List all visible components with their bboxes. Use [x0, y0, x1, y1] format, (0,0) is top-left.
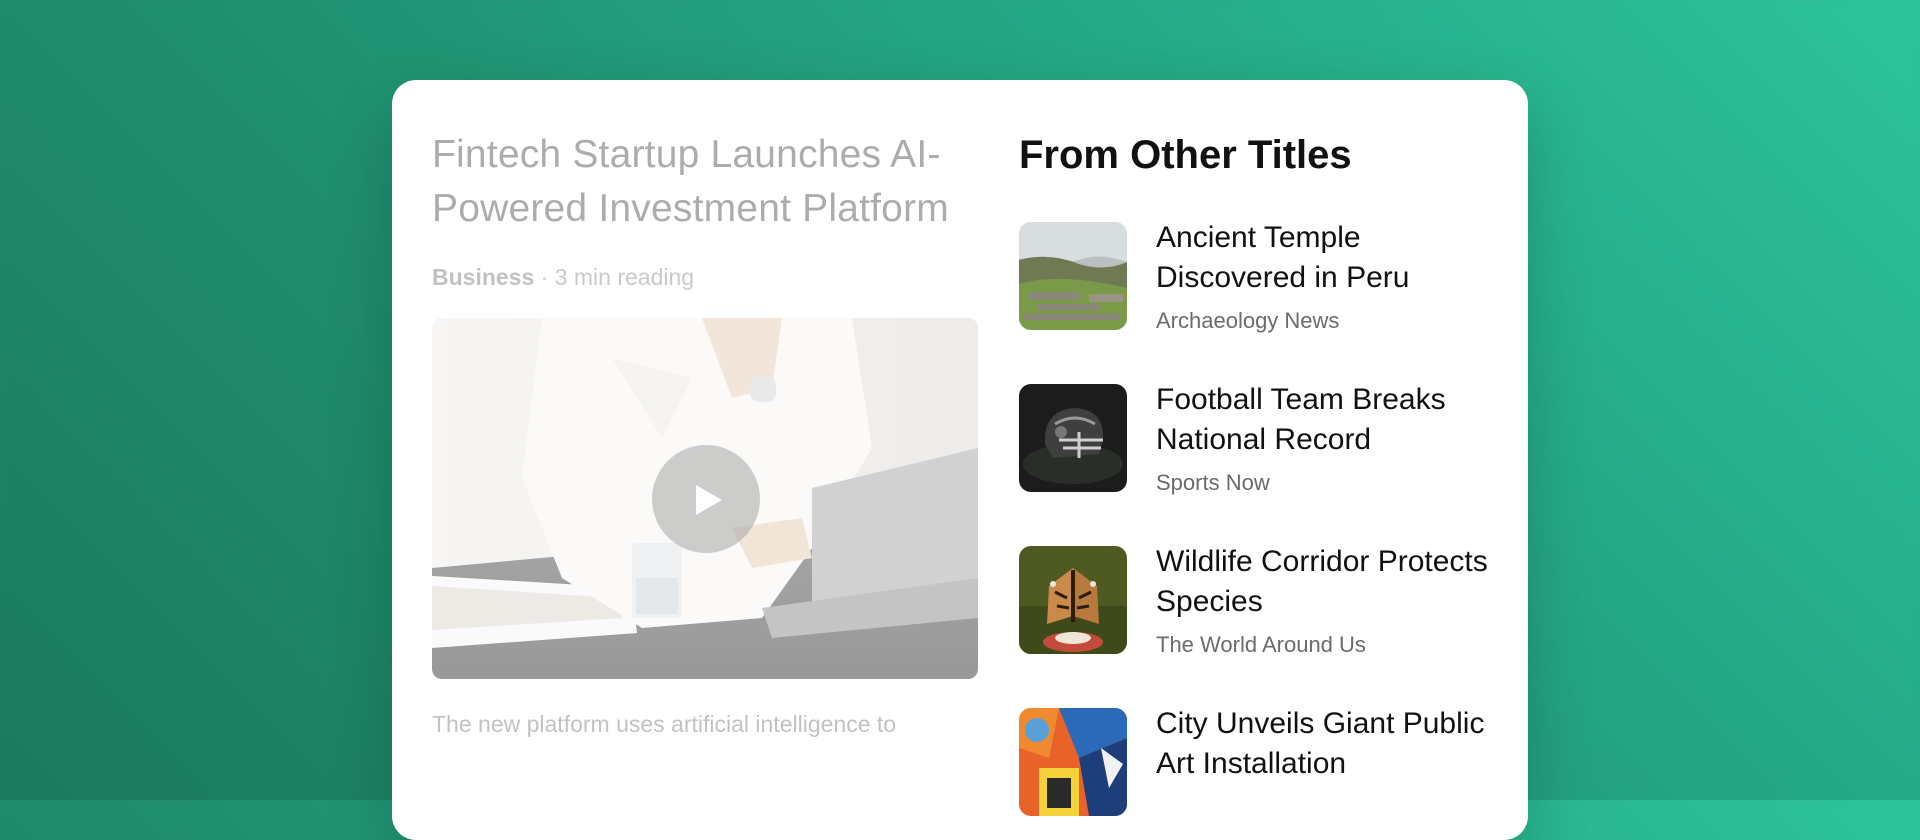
item-source: Archaeology News [1156, 308, 1340, 333]
item-source: The World Around Us [1156, 632, 1366, 657]
ruins-thumbnail[interactable] [1019, 222, 1127, 330]
play-button[interactable] [652, 445, 760, 553]
item-text: City Unveils Giant Public Art Installati… [1156, 704, 1489, 792]
sidebar-heading: From Other Titles [1019, 133, 1352, 177]
item-title[interactable]: Ancient Temple Discovered in Peru [1156, 218, 1489, 298]
list-item[interactable]: Ancient Temple Discovered in Peru Archae… [1019, 221, 1489, 384]
article-meta: Business · 3 min reading [432, 262, 980, 292]
item-text: Ancient Temple Discovered in Peru Archae… [1156, 218, 1489, 336]
ruins-image [1019, 222, 1127, 330]
item-source: Sports Now [1156, 470, 1270, 495]
wildlife-thumbnail[interactable] [1019, 546, 1127, 654]
butterfly-image [1019, 546, 1127, 654]
play-icon [696, 485, 722, 515]
list-item[interactable]: City Unveils Giant Public Art Installati… [1019, 707, 1489, 840]
main-article: Fintech Startup Launches AI-Powered Inve… [432, 128, 980, 741]
article-read-time: 3 min reading [554, 264, 695, 290]
football-thumbnail[interactable] [1019, 384, 1127, 492]
list-item[interactable]: Wildlife Corridor Protects Species The W… [1019, 545, 1489, 708]
item-title[interactable]: Wildlife Corridor Protects Species [1156, 542, 1489, 622]
meta-separator: · [540, 264, 549, 290]
list-item[interactable]: Football Team Breaks National Record Spo… [1019, 383, 1489, 546]
article-card: Fintech Startup Launches AI-Powered Inve… [392, 80, 1528, 840]
item-text: Football Team Breaks National Record Spo… [1156, 380, 1489, 498]
item-text: Wildlife Corridor Protects Species The W… [1156, 542, 1489, 660]
article-category[interactable]: Business [432, 264, 534, 290]
article-video[interactable] [432, 318, 978, 679]
item-title[interactable]: City Unveils Giant Public Art Installati… [1156, 704, 1489, 784]
article-excerpt: The new platform uses artificial intelli… [432, 711, 897, 737]
other-titles-list: Ancient Temple Discovered in Peru Archae… [1019, 221, 1489, 840]
other-titles-sidebar: From Other Titles Ancient Temple Discove… [1019, 128, 1489, 840]
item-title[interactable]: Football Team Breaks National Record [1156, 380, 1489, 460]
article-title[interactable]: Fintech Startup Launches AI-Powered Inve… [432, 128, 980, 236]
football-helmet-image [1019, 384, 1127, 492]
